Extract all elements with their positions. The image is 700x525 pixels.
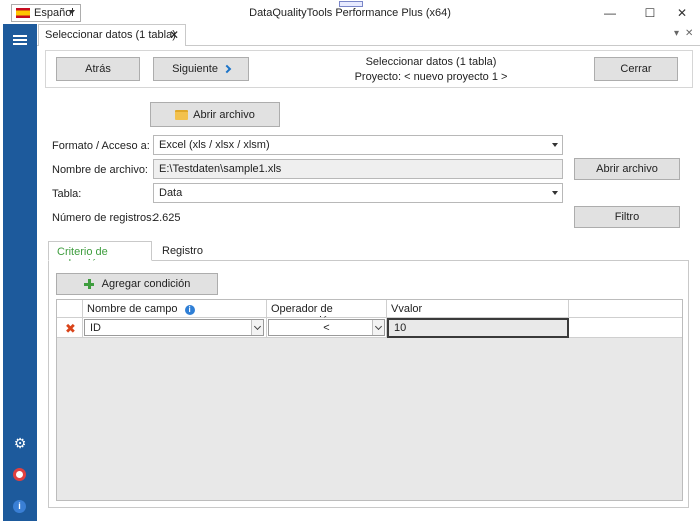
filename-field[interactable]: E:\Testdaten\sample1.xls <box>153 159 563 179</box>
filter-button[interactable]: Filtro <box>574 206 680 228</box>
hamburger-icon[interactable] <box>13 35 27 45</box>
next-button[interactable]: Siguiente <box>153 57 249 81</box>
format-select[interactable]: Excel (xls / xlsx / xlsm) <box>153 135 563 155</box>
operator-combo[interactable]: < <box>268 319 385 336</box>
records-value: 2.625 <box>153 212 181 224</box>
delete-icon[interactable]: ✖ <box>65 321 76 337</box>
filter-button-label: Filtro <box>614 211 640 223</box>
criteria-grid: Nombre de campo i Operador de comparació… <box>56 299 683 501</box>
sub-tabs: Criterio de selección Registro <box>48 241 689 270</box>
grid-header-field-label: Nombre de campo <box>87 303 178 315</box>
grid-header-value-label: Vvalor <box>391 303 423 315</box>
tab-log-label: Registro <box>162 245 203 257</box>
chevron-down-icon[interactable] <box>251 320 263 335</box>
grid-header-operator[interactable]: Operador de comparación <box>267 300 387 327</box>
table-row-value-cell[interactable]: 10 <box>387 318 569 338</box>
settings-icon[interactable]: ⚙ <box>3 435 37 452</box>
close-button-label: Cerrar <box>620 63 652 75</box>
minimize-button[interactable]: — <box>592 0 628 25</box>
value-text: 10 <box>394 322 407 334</box>
next-button-label: Siguiente <box>172 63 218 75</box>
info-icon[interactable]: i <box>13 500 26 513</box>
project-label: Proyecto: < nuevo proyecto 1 > <box>354 71 508 83</box>
operator-value: < <box>323 322 330 334</box>
back-button-label: Atrás <box>85 63 111 75</box>
open-file-button-top[interactable]: Abrir archivo <box>150 102 280 127</box>
table-row-delete-cell: ✖ <box>57 318 83 338</box>
back-button[interactable]: Atrás <box>56 57 140 81</box>
table-label: Tabla: <box>52 188 82 200</box>
table-row-operator-cell: < <box>267 318 387 338</box>
table-row-field-cell: ID <box>83 318 267 338</box>
format-value: Excel (xls / xlsx / xlsm) <box>159 139 270 151</box>
tab-log[interactable]: Registro <box>154 241 211 261</box>
add-condition-button[interactable]: Agregar condición <box>56 273 218 295</box>
grid-header-value[interactable]: Vvalor <box>387 300 569 318</box>
main-content: Atrás Siguiente Seleccionar datos (1 tab… <box>37 46 700 523</box>
help-icon[interactable] <box>13 468 26 481</box>
info-icon[interactable]: i <box>184 305 195 315</box>
sidebar: ⚙ i <box>3 24 37 521</box>
open-file-button[interactable]: Abrir archivo <box>574 158 680 180</box>
tab-label: Seleccionar datos (1 tabla) <box>45 29 176 41</box>
maximize-button[interactable]: ☐ <box>632 0 668 25</box>
wizard-title: Seleccionar datos (1 tabla) <box>365 56 497 68</box>
close-all-tabs-icon[interactable]: ✕ <box>685 28 693 39</box>
close-button[interactable]: Cerrar <box>594 57 678 81</box>
grid-header-filler <box>569 300 682 318</box>
format-label: Formato / Acceso a: <box>52 140 150 152</box>
chevron-down-icon[interactable] <box>372 320 384 335</box>
document-tabstrip: Seleccionar datos (1 tabla) ✕ ▾ ✕ <box>37 24 700 46</box>
grid-header-blank <box>57 300 83 318</box>
chevron-right-icon <box>222 64 232 74</box>
grid-header-field[interactable]: Nombre de campo i <box>83 300 267 318</box>
tab-close-icon[interactable]: ✕ <box>169 28 179 42</box>
open-file-top-label: Abrir archivo <box>193 108 255 121</box>
records-label: Número de registros: <box>52 212 155 224</box>
filename-label: Nombre de archivo: <box>52 164 148 176</box>
close-window-button[interactable]: ✕ <box>664 0 700 25</box>
field-name-value: ID <box>90 322 101 334</box>
chevron-down-icon <box>552 143 558 147</box>
tab-menu-icon[interactable]: ▾ <box>674 28 679 39</box>
chevron-down-icon <box>552 191 558 195</box>
title-bar: Español DataQualityTools Performance Plu… <box>0 0 700 25</box>
table-select[interactable]: Data <box>153 183 563 203</box>
add-condition-label: Agregar condición <box>101 278 191 290</box>
filename-value: E:\Testdaten\sample1.xls <box>159 163 282 175</box>
tab-selection-criteria[interactable]: Criterio de selección <box>48 241 152 270</box>
wizard-toolbar: Atrás Siguiente Seleccionar datos (1 tab… <box>45 50 693 88</box>
open-file-right-label: Abrir archivo <box>596 163 658 175</box>
folder-icon <box>175 109 189 120</box>
table-row-filler <box>569 318 682 338</box>
field-name-combo[interactable]: ID <box>84 319 264 336</box>
table-value: Data <box>159 187 183 199</box>
tab-select-data[interactable]: Seleccionar datos (1 tabla) ✕ <box>38 24 186 46</box>
add-icon <box>83 279 94 289</box>
